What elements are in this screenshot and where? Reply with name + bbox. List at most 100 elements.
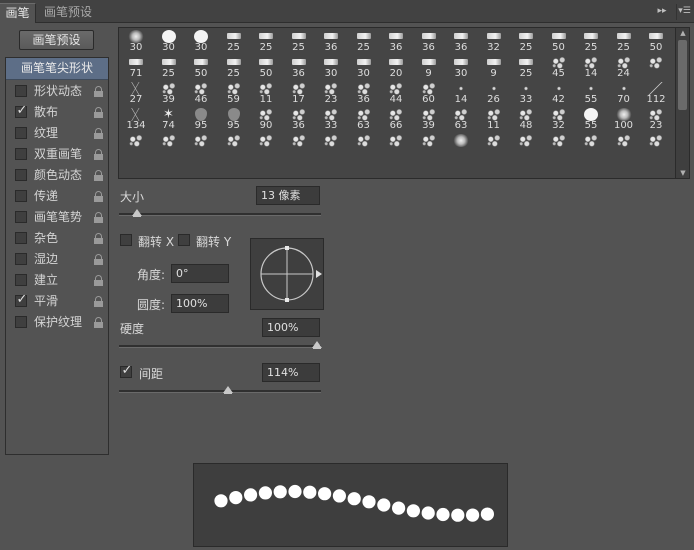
- brush-tip[interactable]: 26: [478, 81, 510, 106]
- brush-tip[interactable]: 36: [315, 29, 347, 54]
- size-slider-handle[interactable]: [131, 209, 142, 217]
- sidebar-checkbox[interactable]: [15, 148, 27, 160]
- brush-tip[interactable]: [185, 133, 217, 158]
- scrollbar-thumb[interactable]: [678, 40, 687, 110]
- brush-tip[interactable]: 44: [380, 81, 412, 106]
- sidebar-item[interactable]: 颜色动态: [6, 165, 108, 186]
- brush-tip[interactable]: 25: [218, 29, 250, 54]
- lock-icon[interactable]: [94, 275, 103, 286]
- brush-tip[interactable]: 50: [250, 55, 282, 80]
- brush-tip[interactable]: 95: [218, 107, 250, 132]
- brush-tip[interactable]: [413, 133, 445, 158]
- sidebar-checkbox[interactable]: [15, 253, 27, 265]
- brush-tip[interactable]: 25: [218, 55, 250, 80]
- brush-tip[interactable]: 30: [120, 29, 152, 54]
- brush-tip[interactable]: 90: [250, 107, 282, 132]
- brush-tip[interactable]: 25: [348, 29, 380, 54]
- sidebar-checkbox[interactable]: ✓: [15, 104, 27, 118]
- spacing-field[interactable]: 114%: [262, 363, 320, 382]
- brush-tip[interactable]: 55: [575, 107, 607, 132]
- brush-tip[interactable]: 39: [413, 107, 445, 132]
- brush-tip[interactable]: 25: [575, 29, 607, 54]
- brush-tip[interactable]: 100: [608, 107, 640, 132]
- panel-menu-icon[interactable]: ▾☰: [676, 4, 692, 20]
- hardness-slider-handle[interactable]: [312, 341, 322, 349]
- brush-tip[interactable]: 46: [185, 81, 217, 106]
- brush-tip[interactable]: 50: [640, 29, 672, 54]
- sidebar-checkbox[interactable]: [15, 190, 27, 202]
- sidebar-item-brush-tip-shape[interactable]: 画笔笔尖形状: [6, 58, 108, 80]
- sidebar-checkbox[interactable]: [15, 274, 27, 286]
- sidebar-checkbox[interactable]: [15, 232, 27, 244]
- brush-tip[interactable]: 33: [315, 107, 347, 132]
- scroll-down-icon[interactable]: ▼: [676, 168, 689, 178]
- lock-icon[interactable]: [94, 212, 103, 223]
- brush-tip[interactable]: 45: [543, 55, 575, 80]
- brush-tip[interactable]: 20: [380, 55, 412, 80]
- brush-tip[interactable]: [218, 133, 250, 158]
- brush-tip[interactable]: 42: [543, 81, 575, 106]
- tab-brush-presets[interactable]: 画笔预设: [38, 3, 98, 23]
- brush-tip[interactable]: ✶ 74: [153, 107, 185, 132]
- brush-tip[interactable]: 50: [185, 55, 217, 80]
- brush-tip[interactable]: 14: [575, 55, 607, 80]
- tab-brush[interactable]: 画笔: [0, 3, 36, 23]
- lock-icon[interactable]: [94, 149, 103, 160]
- brush-tip[interactable]: 36: [445, 29, 477, 54]
- sidebar-checkbox[interactable]: [15, 211, 27, 223]
- brush-tip[interactable]: 32: [543, 107, 575, 132]
- brush-tip[interactable]: 30: [348, 55, 380, 80]
- sidebar-item[interactable]: 保护纹理: [6, 312, 108, 333]
- double-chevron-right-icon[interactable]: ▸▸: [654, 4, 670, 20]
- sidebar-checkbox[interactable]: [15, 127, 27, 139]
- brush-tip[interactable]: 36: [283, 107, 315, 132]
- brush-angle-roundness-widget[interactable]: [250, 238, 324, 310]
- brush-tip[interactable]: 112: [640, 81, 672, 106]
- sidebar-item[interactable]: 湿边: [6, 249, 108, 270]
- brush-tip[interactable]: 95: [185, 107, 217, 132]
- brush-tip[interactable]: [478, 133, 510, 158]
- brush-tip[interactable]: 25: [250, 29, 282, 54]
- brush-tip[interactable]: 60: [413, 81, 445, 106]
- brush-tip[interactable]: 30: [185, 29, 217, 54]
- brush-grid-scrollbar[interactable]: ▲ ▼: [675, 28, 689, 178]
- brush-tip[interactable]: 32: [478, 29, 510, 54]
- flip-x-checkbox[interactable]: [120, 234, 132, 246]
- lock-icon[interactable]: [94, 296, 103, 307]
- brush-tip[interactable]: 59: [218, 81, 250, 106]
- brush-tip[interactable]: 63: [348, 107, 380, 132]
- brush-tip[interactable]: 55: [575, 81, 607, 106]
- size-field[interactable]: 13 像素: [256, 186, 320, 205]
- brush-tip[interactable]: 17: [283, 81, 315, 106]
- brush-tip[interactable]: [445, 133, 477, 158]
- brush-tip[interactable]: 24: [608, 55, 640, 80]
- spacing-checkbox[interactable]: ✓: [120, 364, 132, 378]
- lock-icon[interactable]: [94, 86, 103, 97]
- brush-tip[interactable]: 27: [120, 81, 152, 106]
- brush-tip[interactable]: 50: [543, 29, 575, 54]
- brush-tip[interactable]: 70: [608, 81, 640, 106]
- lock-icon[interactable]: [94, 317, 103, 328]
- brush-tip[interactable]: [120, 133, 152, 158]
- sidebar-item[interactable]: 纹理: [6, 123, 108, 144]
- brush-presets-button[interactable]: 画笔预设: [19, 30, 94, 50]
- brush-tip[interactable]: 11: [250, 81, 282, 106]
- lock-icon[interactable]: [94, 107, 103, 118]
- brush-tip[interactable]: [250, 133, 282, 158]
- brush-tip[interactable]: 14: [445, 81, 477, 106]
- sidebar-checkbox[interactable]: [15, 169, 27, 181]
- brush-tip[interactable]: 30: [445, 55, 477, 80]
- brush-tip[interactable]: 30: [315, 55, 347, 80]
- brush-tip[interactable]: 33: [510, 81, 542, 106]
- brush-tip[interactable]: 9: [413, 55, 445, 80]
- angle-field[interactable]: 0°: [171, 264, 229, 283]
- brush-tip[interactable]: 25: [153, 55, 185, 80]
- sidebar-item[interactable]: 杂色: [6, 228, 108, 249]
- brush-tip[interactable]: 36: [348, 81, 380, 106]
- brush-tip[interactable]: 63: [445, 107, 477, 132]
- brush-tip[interactable]: [640, 55, 672, 80]
- brush-tip[interactable]: [608, 133, 640, 158]
- lock-icon[interactable]: [94, 254, 103, 265]
- brush-tip[interactable]: [380, 133, 412, 158]
- brush-tip[interactable]: [640, 133, 672, 158]
